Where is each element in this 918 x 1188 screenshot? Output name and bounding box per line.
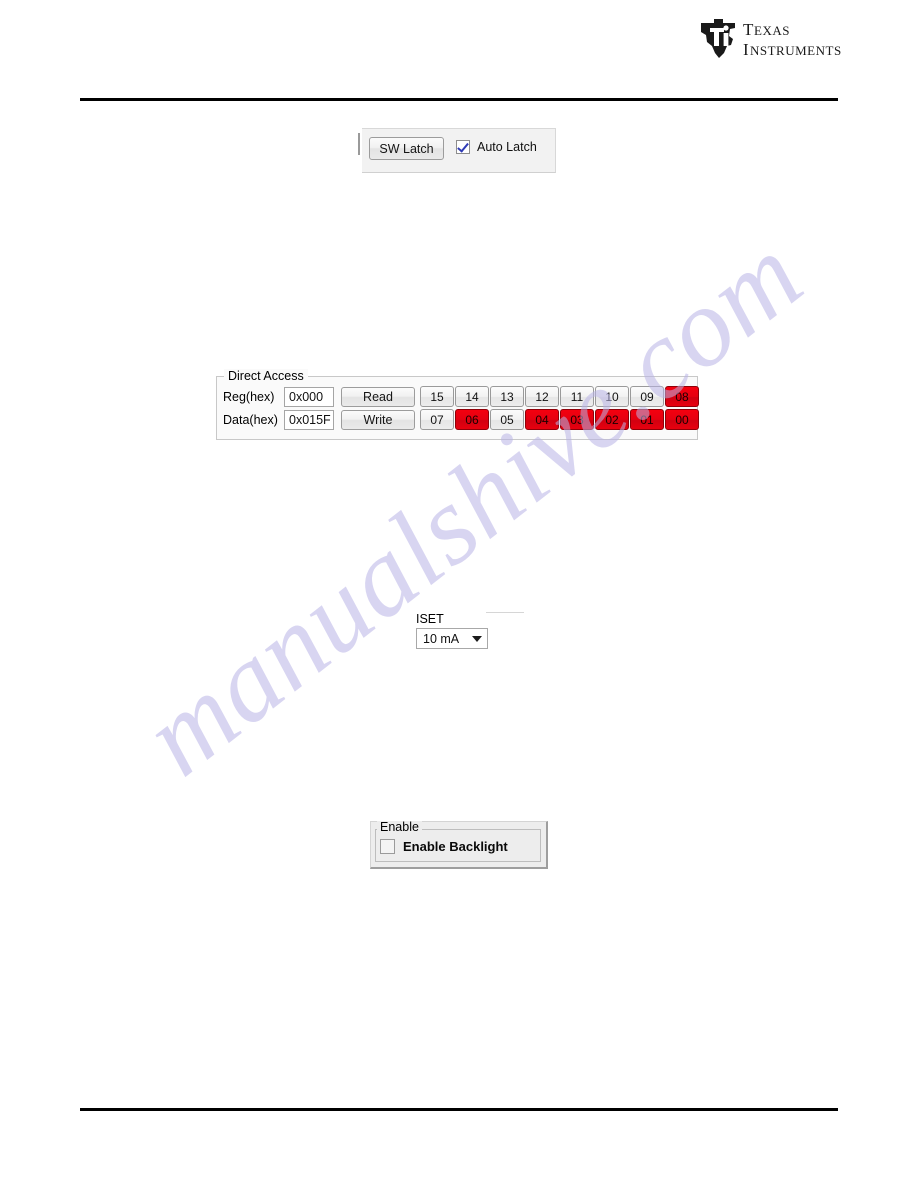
data-hex-label: Data(hex) xyxy=(223,413,278,427)
enable-backlight-checkbox-row[interactable]: Enable Backlight xyxy=(380,839,508,854)
enable-backlight-label: Enable Backlight xyxy=(403,839,508,854)
texas-instruments-logo: T EXAS I NSTRUMENTS xyxy=(697,16,847,62)
data-hex-input[interactable]: 0x015F xyxy=(284,410,334,430)
iset-dropdown[interactable]: 10 mA xyxy=(416,628,488,649)
bit-button-14[interactable]: 14 xyxy=(455,386,489,407)
watermark-text: manualshive.com xyxy=(121,211,825,800)
svg-text:EXAS: EXAS xyxy=(754,23,790,38)
reg-hex-label: Reg(hex) xyxy=(223,390,275,404)
bit-button-03[interactable]: 03 xyxy=(560,409,594,430)
document-page: manualshive.com T EXAS I NSTRUMENTS SW L… xyxy=(0,0,918,1188)
enable-groupbox-title: Enable xyxy=(377,821,422,833)
direct-access-title: Direct Access xyxy=(224,369,308,383)
bit-button-13[interactable]: 13 xyxy=(490,386,524,407)
iset-panel: ISET 10 mA xyxy=(416,604,504,650)
bit-button-05[interactable]: 05 xyxy=(490,409,524,430)
read-button[interactable]: Read xyxy=(341,387,415,407)
chevron-down-icon xyxy=(472,635,482,642)
sw-latch-button[interactable]: SW Latch xyxy=(369,137,444,160)
bit-button-11[interactable]: 11 xyxy=(560,386,594,407)
auto-latch-checkbox[interactable] xyxy=(456,140,470,154)
bit-button-06[interactable]: 06 xyxy=(455,409,489,430)
bit-button-08[interactable]: 08 xyxy=(665,386,699,407)
bit-button-09[interactable]: 09 xyxy=(630,386,664,407)
direct-access-panel: Direct Access Reg(hex) 0x000 Data(hex) 0… xyxy=(216,369,699,440)
svg-text:I: I xyxy=(743,40,749,59)
bit-button-04[interactable]: 04 xyxy=(525,409,559,430)
enable-backlight-checkbox[interactable] xyxy=(380,839,395,854)
bit-button-15[interactable]: 15 xyxy=(420,386,454,407)
watermark: manualshive.com xyxy=(0,0,918,1188)
svg-text:T: T xyxy=(743,20,754,39)
bit-button-00[interactable]: 00 xyxy=(665,409,699,430)
bit-button-01[interactable]: 01 xyxy=(630,409,664,430)
footer-divider xyxy=(80,1108,838,1111)
enable-caption-gap xyxy=(433,825,531,829)
auto-latch-checkbox-row[interactable]: Auto Latch xyxy=(456,140,537,154)
enable-panel: Enable Enable Backlight xyxy=(370,821,548,869)
bit-button-12[interactable]: 12 xyxy=(525,386,559,407)
bit-button-10[interactable]: 10 xyxy=(595,386,629,407)
write-button[interactable]: Write xyxy=(341,410,415,430)
iset-selected-value: 10 mA xyxy=(423,631,460,646)
bit-button-07[interactable]: 07 xyxy=(420,409,454,430)
latch-panel: SW Latch Auto Latch xyxy=(362,128,556,173)
iset-label: ISET xyxy=(416,612,444,626)
svg-text:NSTRUMENTS: NSTRUMENTS xyxy=(750,43,842,58)
bit-button-02[interactable]: 02 xyxy=(595,409,629,430)
register-bit-grid: 15 14 13 12 11 10 09 08 07 06 05 04 03 02 01 00 xyxy=(420,386,699,430)
header-divider xyxy=(80,98,838,101)
reg-hex-input[interactable]: 0x000 xyxy=(284,387,334,407)
latch-panel-left-edge xyxy=(358,133,360,155)
auto-latch-label: Auto Latch xyxy=(477,140,537,154)
